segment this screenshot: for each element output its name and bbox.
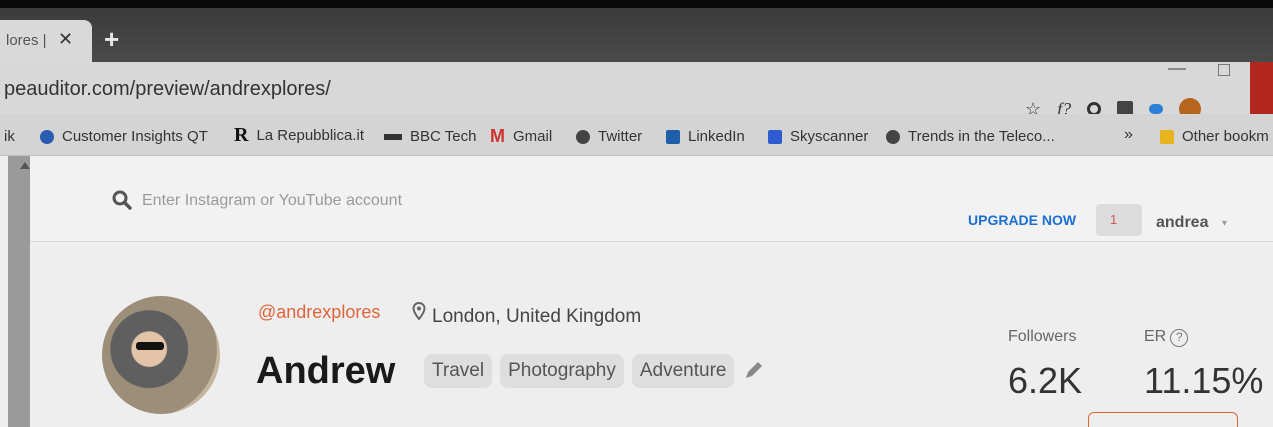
browser-tab[interactable]: lores | ✕ bbox=[0, 20, 92, 62]
bookmark-item[interactable]: LinkedIn bbox=[666, 128, 745, 145]
bookmark-item[interactable]: Skyscanner bbox=[768, 128, 868, 145]
bookmarks-bar: ik Customer Insights QT R La Repubblica.i… bbox=[0, 114, 1273, 156]
bookmark-label: Skyscanner bbox=[790, 128, 869, 145]
bookmark-item[interactable]: Twitter bbox=[576, 128, 642, 145]
er-label: ER? bbox=[1144, 328, 1189, 347]
er-label-text: ER bbox=[1144, 328, 1167, 345]
avatar bbox=[102, 296, 220, 414]
tag-chip[interactable]: Travel bbox=[424, 354, 493, 388]
app-header: UPGRADE NOW 1 andrea ▾ bbox=[30, 156, 1273, 242]
gmail-icon: M bbox=[490, 126, 505, 146]
followers-value: 6.2K bbox=[1008, 360, 1083, 401]
bookmark-label: Other bookm bbox=[1182, 128, 1269, 145]
tag-chip[interactable]: Photography bbox=[500, 354, 624, 388]
url-field[interactable]: peauditor.com/preview/andrexplores/ bbox=[4, 78, 331, 101]
profile-location: London, United Kingdom bbox=[432, 306, 642, 327]
upgrade-now-button[interactable]: UPGRADE NOW bbox=[968, 212, 1076, 228]
scroll-up-icon[interactable] bbox=[20, 162, 30, 169]
skyscanner-icon bbox=[768, 129, 782, 144]
bookmark-label: Gmail bbox=[513, 128, 553, 145]
repubblica-icon: R bbox=[234, 124, 249, 146]
bookmark-item[interactable]: BBC Tech bbox=[384, 128, 476, 145]
action-button[interactable] bbox=[1088, 412, 1238, 427]
tab-title: lores | bbox=[6, 32, 47, 49]
notifications-button[interactable]: 1 bbox=[1096, 204, 1142, 236]
bookmark-label: Trends in the Teleco... bbox=[908, 128, 1055, 145]
bookmark-item[interactable]: ik bbox=[4, 128, 15, 145]
bookmark-label: BBC Tech bbox=[410, 128, 477, 145]
er-value: 11.15% bbox=[1144, 360, 1264, 401]
address-bar-row: peauditor.com/preview/andrexplores/ ☆ f? bbox=[0, 62, 1273, 120]
bookmark-label: LinkedIn bbox=[688, 128, 745, 145]
globe-icon bbox=[40, 129, 54, 144]
new-tab-button[interactable]: + bbox=[104, 24, 119, 55]
bookmark-item[interactable]: Trends in the Teleco... bbox=[886, 128, 1055, 145]
help-icon[interactable]: ? bbox=[1170, 329, 1189, 347]
minimize-icon[interactable] bbox=[1168, 68, 1186, 70]
close-window-edge[interactable] bbox=[1250, 62, 1273, 114]
pencil-icon[interactable] bbox=[742, 358, 766, 382]
profile-name: Andrew bbox=[256, 350, 396, 392]
restore-icon[interactable] bbox=[1218, 64, 1230, 76]
browser-tab-strip: lores | ✕ + bbox=[0, 8, 1273, 62]
globe-icon bbox=[886, 129, 900, 144]
tag-chip[interactable]: Adventure bbox=[631, 354, 735, 388]
linkedin-icon bbox=[666, 129, 680, 144]
other-bookmarks[interactable]: Other bookm bbox=[1160, 128, 1269, 145]
scrollbar[interactable] bbox=[8, 156, 30, 427]
chevron-down-icon[interactable]: ▾ bbox=[1222, 218, 1227, 229]
bookmark-item[interactable]: R La Repubblica.it bbox=[234, 124, 364, 147]
profile-tags: Travel Photography Adventure bbox=[424, 354, 766, 388]
search-input[interactable] bbox=[142, 192, 562, 210]
search-icon bbox=[112, 190, 132, 210]
bookmark-label: Customer Insights QT bbox=[62, 128, 208, 145]
notification-count: 1 bbox=[1110, 212, 1118, 227]
bookmark-label: ik bbox=[4, 128, 15, 145]
globe-icon bbox=[576, 129, 590, 144]
profile-card: @andrexplores London, United Kingdom And… bbox=[30, 242, 1273, 427]
followers-label: Followers bbox=[1008, 328, 1077, 345]
bookmarks-overflow-icon[interactable]: » bbox=[1124, 126, 1133, 144]
page-content: UPGRADE NOW 1 andrea ▾ @andrexplores Lon… bbox=[0, 156, 1273, 427]
tab-close-icon[interactable]: ✕ bbox=[58, 29, 73, 50]
location-pin-icon bbox=[412, 302, 426, 320]
bookmark-item[interactable]: Customer Insights QT bbox=[40, 128, 208, 145]
folder-icon bbox=[1160, 129, 1174, 144]
bookmark-label: Twitter bbox=[598, 128, 643, 145]
avatar-detail bbox=[136, 342, 164, 350]
user-menu[interactable]: andrea bbox=[1156, 214, 1208, 232]
bookmark-item[interactable]: M Gmail bbox=[490, 126, 552, 147]
bookmark-label: La Repubblica.it bbox=[256, 127, 365, 144]
profile-handle[interactable]: @andrexplores bbox=[258, 302, 380, 323]
bbc-icon bbox=[384, 133, 402, 140]
cloud-extension-icon[interactable] bbox=[1149, 104, 1164, 114]
